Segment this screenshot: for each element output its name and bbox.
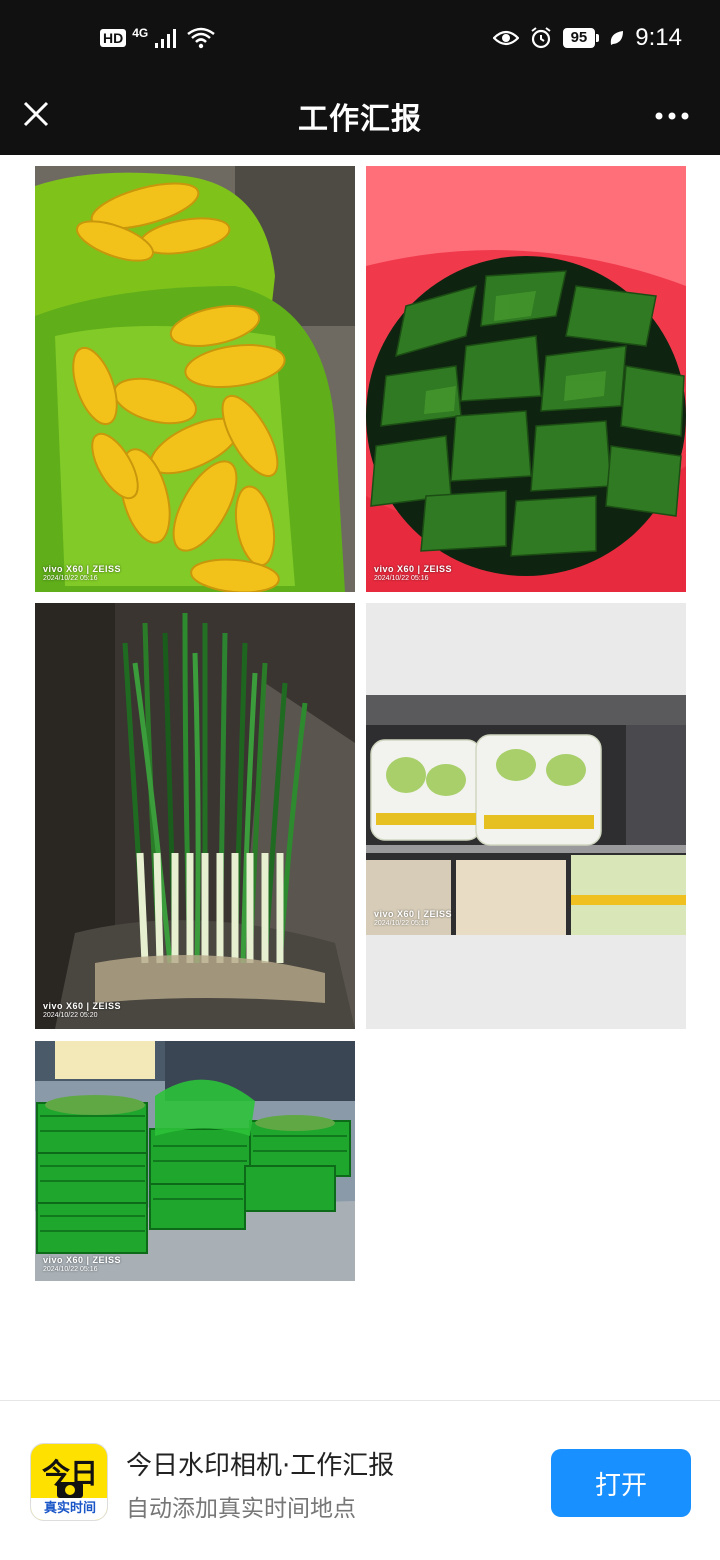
watermark: vivo X60 | ZEISS 2024/10/22 05:16 <box>43 1255 121 1273</box>
open-button[interactable]: 打开 <box>551 1449 691 1517</box>
watermark-brand: vivo X60 | ZEISS <box>374 909 453 919</box>
more-button[interactable] <box>652 96 692 136</box>
vegetable-baskets-image <box>35 1041 355 1281</box>
watermark: vivo X60 | ZEISS 2024/10/22 05:16 <box>43 564 121 582</box>
hd-badge: HD <box>100 29 127 47</box>
status-bar: HD 4G 95 9:14 <box>0 0 720 80</box>
network-label: 4G <box>132 26 149 40</box>
cabbage-frame: vivo X60 | ZEISS 2024/10/22 05:18 <box>366 695 686 935</box>
app-icon[interactable]: 今日 真实时间 <box>30 1443 108 1521</box>
alarm-icon <box>530 27 551 49</box>
app-promo-bar: 今日 真实时间 今日水印相机·工作汇报 自动添加真实时间地点 打开 <box>0 1400 720 1560</box>
eye-icon <box>492 30 519 46</box>
app-subtitle: 自动添加真实时间地点 <box>126 1496 356 1522</box>
green-onion-image <box>35 603 355 1029</box>
signal-icon <box>155 29 177 48</box>
watermark-brand: vivo X60 | ZEISS <box>43 1001 122 1011</box>
page-title: 工作汇报 <box>298 102 422 137</box>
watermark: vivo X60 | ZEISS 2024/10/22 05:16 <box>374 564 452 582</box>
watermark-date: 2024/10/22 05:16 <box>43 575 98 582</box>
leaf-icon <box>611 31 624 45</box>
battery-icon: 95 <box>562 28 600 48</box>
status-right: 95 9:14 <box>492 24 682 52</box>
photo-corn[interactable]: vivo X60 | ZEISS 2024/10/22 05:16 <box>35 166 355 592</box>
battery-level: 95 <box>562 28 596 48</box>
photo-vegetable-baskets[interactable]: vivo X60 | ZEISS 2024/10/22 05:16 <box>35 1041 355 1281</box>
watermark-date: 2024/10/22 05:16 <box>43 1266 98 1273</box>
watermark: vivo X60 | ZEISS 2024/10/22 05:20 <box>43 1001 121 1019</box>
clock-time: 9:14 <box>635 24 682 51</box>
battery-cap <box>596 34 600 42</box>
wifi-icon <box>187 27 216 49</box>
camera-icon <box>57 1482 83 1498</box>
watermark-brand: vivo X60 | ZEISS <box>374 564 453 574</box>
status-left: HD 4G <box>100 26 216 50</box>
app-icon-caption: 真实时间 <box>31 1498 107 1520</box>
watermark-date: 2024/10/22 05:18 <box>374 920 429 927</box>
watermark-date: 2024/10/22 05:20 <box>43 1012 98 1019</box>
cabbage-image <box>366 695 686 935</box>
photo-green-onion[interactable]: vivo X60 | ZEISS 2024/10/22 05:20 <box>35 603 355 1029</box>
watermark-brand: vivo X60 | ZEISS <box>43 564 122 574</box>
corn-image <box>35 166 355 592</box>
watermark-brand: vivo X60 | ZEISS <box>43 1255 122 1265</box>
kelp-image <box>366 166 686 592</box>
nav-bar: 工作汇报 <box>0 80 720 155</box>
photo-kelp[interactable]: vivo X60 | ZEISS 2024/10/22 05:16 <box>366 166 686 592</box>
watermark: vivo X60 | ZEISS 2024/10/22 05:18 <box>374 909 452 927</box>
photo-cabbage[interactable]: vivo X60 | ZEISS 2024/10/22 05:18 <box>366 603 686 1029</box>
more-icon <box>655 112 689 120</box>
watermark-date: 2024/10/22 05:16 <box>374 575 429 582</box>
app-name: 今日水印相机·工作汇报 <box>126 1451 395 1481</box>
